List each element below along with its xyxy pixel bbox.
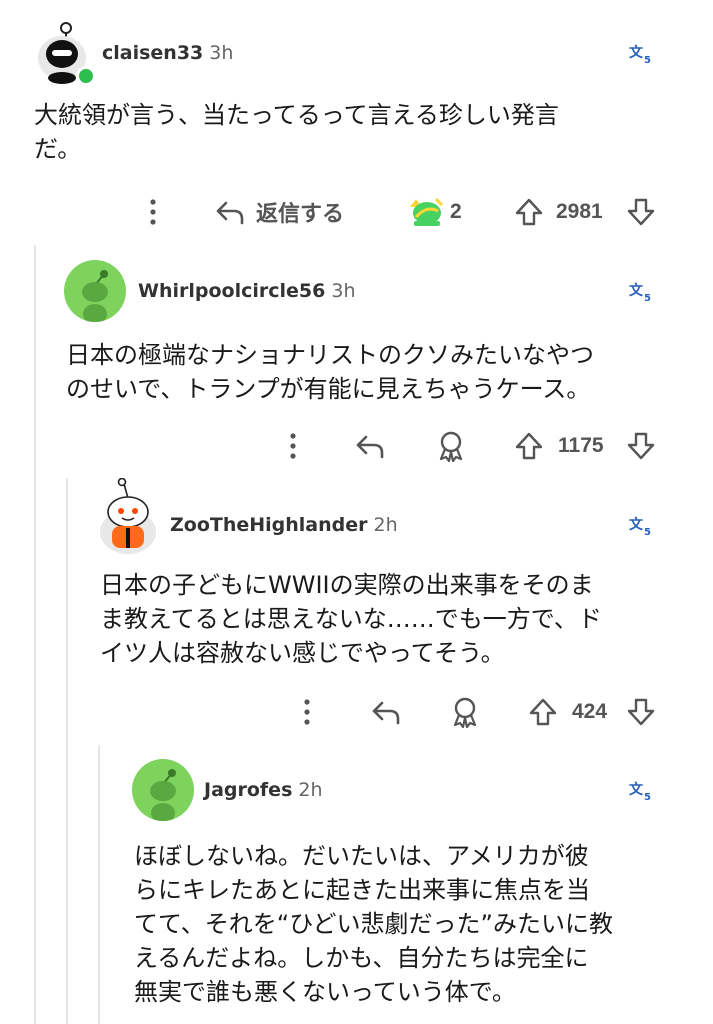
comment-timestamp: 2h <box>373 514 398 536</box>
upvote-icon <box>529 698 557 726</box>
translate-icon[interactable]: 文5 <box>628 779 654 803</box>
translate-icon[interactable]: 文5 <box>628 42 654 66</box>
username-text[interactable]: Whirlpoolcircle56 <box>138 280 325 302</box>
comment-username[interactable]: Jagrofes 2h <box>204 779 323 801</box>
more-options-button[interactable] <box>280 426 306 466</box>
comment-line: だ。 <box>34 135 82 163</box>
reply-button[interactable]: 返信する <box>214 192 344 232</box>
comment-whirlpoolcircle56: Whirlpoolcircle56 3h 文5 日本の極端なナショナリストのクソみ… <box>0 250 713 480</box>
upvote-icon <box>515 432 543 460</box>
comment-line: 日本の極端なナショナリストのクソみたいなやつ <box>66 341 594 369</box>
comment-line: ま教えてるとは思えないな……でも一方で、ド <box>100 605 602 633</box>
reply-label: 返信する <box>256 202 345 227</box>
username-text[interactable]: Jagrofes <box>204 779 292 801</box>
downvote-button[interactable] <box>626 192 656 232</box>
reply-icon <box>356 435 384 459</box>
award-icon <box>453 697 477 728</box>
vote-count: 424 <box>572 700 608 723</box>
more-vertical-icon <box>290 433 296 459</box>
downvote-button[interactable] <box>626 426 656 466</box>
more-vertical-icon <box>304 699 310 725</box>
comment-line: ほぼしないね。だいたいは、アメリカが彼 <box>134 842 589 870</box>
reply-icon <box>216 201 244 225</box>
svg-text:5: 5 <box>644 527 651 538</box>
comment-timestamp: 2h <box>298 779 323 801</box>
comment-zoothehighlander: ZooTheHighlander 2h 文5 日本の子どもにWWIIの実際の出来事… <box>0 477 713 748</box>
comment-username[interactable]: Whirlpoolcircle56 3h <box>138 280 356 302</box>
more-options-button[interactable] <box>294 692 320 732</box>
translate-icon[interactable]: 文5 <box>628 514 654 538</box>
upvote-button[interactable] <box>514 426 544 466</box>
comment-username[interactable]: ZooTheHighlander 2h <box>170 514 398 536</box>
award-icon <box>410 197 444 226</box>
award-icon <box>439 431 463 462</box>
comment-timestamp: 3h <box>209 42 234 64</box>
svg-text:文: 文 <box>629 44 644 61</box>
downvote-button[interactable] <box>626 692 656 732</box>
downvote-icon <box>627 432 655 460</box>
comment-line: イツ人は容赦ない感じでやってそう。 <box>100 639 505 667</box>
translate-icon[interactable]: 文5 <box>628 280 654 304</box>
svg-text:文: 文 <box>629 282 644 299</box>
svg-text:5: 5 <box>644 792 651 803</box>
comment-line: 無実で誰も悪くないっていう体で。 <box>134 978 516 1006</box>
avatar[interactable] <box>98 477 160 554</box>
more-vertical-icon <box>150 199 156 225</box>
upvote-button[interactable] <box>528 692 558 732</box>
online-status-dot <box>76 66 96 86</box>
comment-actions: 返信する 2 2981 <box>0 192 713 232</box>
comment-line: てて、それを“ひどい悲劇だった”みたいに教 <box>134 910 613 938</box>
comment-timestamp: 3h <box>331 280 356 302</box>
avatar[interactable] <box>34 14 96 86</box>
award-count: 2 <box>450 200 462 223</box>
username-text[interactable]: ZooTheHighlander <box>170 514 368 536</box>
comment-line: えるんだよね。しかも、自分たちは完全に <box>134 944 589 972</box>
downvote-icon <box>627 698 655 726</box>
reply-icon <box>372 701 400 725</box>
comment-line: 大統領が言う、当たってるって言える珍しい発言 <box>34 101 559 129</box>
vote-count: 1175 <box>558 434 604 457</box>
award-button[interactable]: 2 <box>408 192 462 232</box>
svg-text:5: 5 <box>644 55 651 66</box>
comment-line: らにキレたあとに起きた出来事に焦点を当 <box>134 876 590 904</box>
avatar[interactable] <box>132 759 194 821</box>
comment-line: 日本の子どもにWWIIの実際の出来事をそのま <box>100 571 594 599</box>
vote-count: 2981 <box>556 200 603 223</box>
comment-body: ほぼしないね。だいたいは、アメリカが彼 らにキレたあとに起きた出来事に焦点を当 … <box>134 839 694 1009</box>
comment-body: 日本の極端なナショナリストのクソみたいなやつ のせいで、トランプが有能に見えちゃ… <box>66 338 686 406</box>
comment-body: 日本の子どもにWWIIの実際の出来事をそのま ま教えてるとは思えないな……でも一… <box>100 568 680 670</box>
svg-text:5: 5 <box>644 293 651 304</box>
avatar[interactable] <box>64 260 126 322</box>
reply-button[interactable] <box>370 692 402 732</box>
comment-actions: 424 <box>0 692 713 732</box>
comment-line: のせいで、トランプが有能に見えちゃうケース。 <box>66 375 591 403</box>
comment-jagrofes: Jagrofes 2h 文5 ほぼしないね。だいたいは、アメリカが彼 らにキレたあ… <box>0 755 713 1024</box>
reply-button[interactable] <box>354 426 386 466</box>
more-options-button[interactable] <box>140 192 166 232</box>
award-button[interactable] <box>450 692 480 732</box>
svg-text:文: 文 <box>629 781 644 798</box>
svg-text:文: 文 <box>629 516 644 533</box>
comment-body: 大統領が言う、当たってるって言える珍しい発言 だ。 <box>34 98 674 166</box>
username-text[interactable]: claisen33 <box>102 42 203 64</box>
comment-claisen33: claisen33 3h 文5 大統領が言う、当たってるって言える珍しい発言 だ。… <box>0 0 713 240</box>
comment-actions: 1175 <box>0 426 713 466</box>
comment-username[interactable]: claisen33 3h <box>102 42 233 64</box>
upvote-button[interactable] <box>514 192 544 232</box>
downvote-icon <box>627 198 655 226</box>
award-button[interactable] <box>436 426 466 466</box>
upvote-icon <box>515 198 543 226</box>
